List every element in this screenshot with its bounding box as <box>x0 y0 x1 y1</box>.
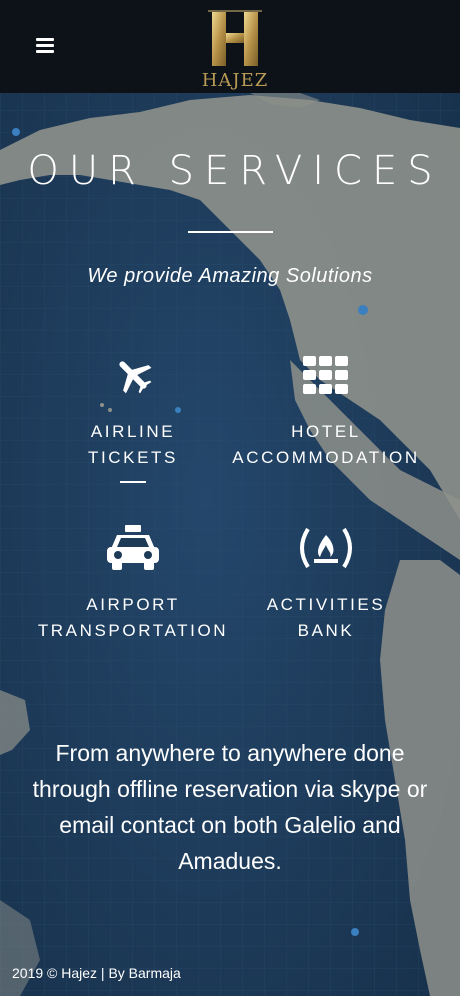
service-activities-bank[interactable]: ACTIVITIES BANK <box>211 526 441 644</box>
active-underline <box>120 481 146 483</box>
logo-h-mark <box>208 10 262 66</box>
campfire-icon <box>211 526 441 570</box>
service-hotel-accommodation[interactable]: HOTEL ACCOMMODATION <box>211 353 441 471</box>
hamburger-menu-icon[interactable] <box>36 38 54 54</box>
page-title: OUR SERVICES <box>27 148 443 194</box>
footer-copyright: 2019 © Hajez | By Barmaja <box>12 965 181 981</box>
services-section: OUR SERVICES We provide Amazing Solution… <box>0 93 460 996</box>
top-navbar: HAJEZ <box>0 0 460 93</box>
services-description: From anywhere to anywhere done through o… <box>32 740 428 874</box>
building-grid-icon <box>211 353 441 397</box>
hajez-logo[interactable]: HAJEZ <box>200 8 270 91</box>
service-label-line2: BANK <box>297 621 355 640</box>
service-label-line1: HOTEL <box>291 422 361 441</box>
page-subtitle: We provide Amazing Solutions <box>87 265 373 287</box>
service-label-line1: ACTIVITIES <box>266 595 386 614</box>
logo-text: HAJEZ <box>201 70 269 91</box>
service-label-line2: ACCOMMODATION <box>232 448 420 467</box>
title-divider <box>188 231 273 233</box>
